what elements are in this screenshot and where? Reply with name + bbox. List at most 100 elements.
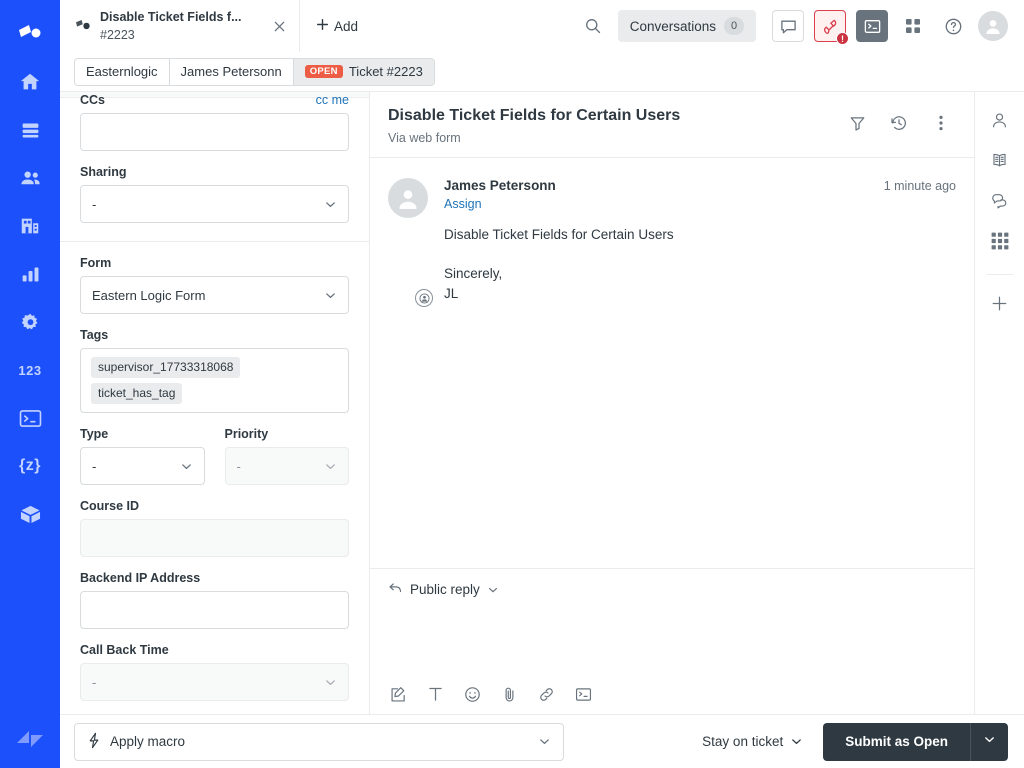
status-badge: OPEN [304, 64, 343, 79]
form-select[interactable]: Eastern Logic Form [80, 276, 349, 314]
field-priority-label: Priority [224, 427, 269, 441]
conversations-button[interactable]: Conversations 0 [617, 10, 756, 42]
sidebar-item-customers[interactable] [8, 154, 52, 202]
priority-select[interactable]: - [224, 447, 349, 485]
rail-item-customer-context[interactable] [983, 106, 1017, 140]
properties-divider [60, 241, 369, 242]
ticket-properties-panel: CCs cc me Sharing - Form Eastern Logic F… [60, 92, 370, 714]
history-icon[interactable] [884, 108, 914, 138]
filter-icon[interactable] [842, 108, 872, 138]
add-tab-button[interactable]: Add [300, 0, 374, 52]
curly-z-icon: {z} [19, 457, 41, 474]
context-rail [975, 92, 1024, 714]
ticket-tab[interactable]: Disable Ticket Fields f... #2223 [60, 0, 300, 52]
phone-icon[interactable]: ! [814, 10, 849, 45]
reply-mode-selector[interactable]: Public reply [388, 581, 499, 598]
submit-button[interactable]: Submit as Open [823, 722, 970, 761]
rail-item-apps[interactable] [983, 226, 1017, 260]
ticket-tab-icon [74, 19, 92, 34]
rail-item-conversations[interactable] [983, 186, 1017, 220]
zendesk-mark-icon[interactable] [16, 727, 44, 756]
field-backend-ip-label: Backend IP Address [80, 571, 201, 585]
ticket-header-actions [842, 106, 956, 138]
field-form-label: Form [80, 256, 112, 270]
plus-icon [991, 295, 1008, 317]
breadcrumb-item-ticket[interactable]: OPEN Ticket #2223 [293, 58, 434, 85]
macro-terminal-icon[interactable] [573, 684, 593, 704]
ccs-input[interactable] [80, 113, 349, 151]
user-avatar-icon[interactable] [978, 11, 1008, 41]
reply-textarea[interactable] [388, 598, 956, 684]
ticket-header: Disable Ticket Fields for Certain Users … [370, 92, 974, 158]
link-icon[interactable] [536, 684, 556, 704]
more-vertical-icon[interactable] [926, 108, 956, 138]
message-text: Disable Ticket Fields for Certain Users … [444, 227, 674, 301]
breadcrumb-item-requester[interactable]: James Petersonn [169, 58, 294, 85]
chat-bubble-icon[interactable] [772, 10, 804, 42]
properties-scroll-area[interactable]: CCs cc me Sharing - Form Eastern Logic F… [60, 92, 369, 714]
backend-ip-input[interactable] [80, 591, 349, 629]
breadcrumb-row: Easternlogic James Petersonn OPEN Ticket… [60, 52, 1024, 92]
field-ccs-header: CCs cc me [80, 93, 349, 113]
help-circle-icon[interactable] [938, 11, 968, 41]
field-tags-label: Tags [80, 328, 109, 342]
field-sharing: Sharing - [80, 165, 349, 223]
sidebar-item-reporting[interactable] [8, 250, 52, 298]
assign-link[interactable]: Assign [444, 197, 482, 211]
sidebar-item-z-brackets[interactable]: {z} [8, 442, 52, 490]
field-call-back-time: Call Back Time - [80, 643, 349, 701]
breadcrumb-label: Easternlogic [86, 64, 158, 79]
text-format-icon[interactable] [425, 684, 445, 704]
type-select[interactable]: - [80, 447, 205, 485]
console-terminal-icon[interactable] [856, 10, 888, 42]
breadcrumb-item-brand[interactable]: Easternlogic [75, 58, 170, 85]
rail-item-add-app[interactable] [983, 289, 1017, 323]
field-course-id-label: Course ID [80, 499, 140, 513]
close-icon[interactable] [269, 20, 289, 33]
topbar: Disable Ticket Fields f... #2223 Add Con… [60, 0, 1024, 52]
apps-grid-icon [991, 232, 1009, 255]
rail-item-knowledge[interactable] [983, 146, 1017, 180]
tag-chip[interactable]: supervisor_17733318068 [91, 357, 241, 378]
tags-input[interactable]: supervisor_17733318068 ticket_has_tag [80, 348, 349, 413]
call-back-time-select[interactable]: - [80, 663, 349, 701]
tag-chip[interactable]: ticket_has_tag [91, 383, 183, 404]
field-sharing-label: Sharing [80, 165, 127, 179]
sidebar-item-views[interactable] [8, 106, 52, 154]
sidebar-item-home[interactable] [8, 58, 52, 106]
emoji-icon[interactable] [462, 684, 482, 704]
apps-grid-icon[interactable] [898, 11, 928, 41]
course-id-input[interactable] [80, 519, 349, 557]
submit-options-button[interactable] [970, 722, 1008, 761]
customers-icon [19, 167, 42, 190]
sidebar-item-admin[interactable] [8, 298, 52, 346]
chevron-down-icon [538, 735, 551, 748]
organizations-icon [19, 215, 41, 237]
chevron-down-icon [324, 198, 337, 211]
paperclip-icon[interactable] [499, 684, 519, 704]
sidebar-item-organizations[interactable] [8, 202, 52, 250]
conversation-thread: James Petersonn 1 minute ago Assign Disa… [370, 158, 974, 569]
apply-macro-select[interactable]: Apply macro [74, 722, 564, 761]
sidebar-item-numbers[interactable]: 123 [8, 346, 52, 394]
zendesk-logo-icon[interactable] [8, 12, 52, 58]
sidebar-item-terminal[interactable] [8, 394, 52, 442]
reply-composer: Public reply [370, 569, 974, 714]
chevron-down-icon [324, 460, 337, 473]
book-icon [990, 151, 1009, 175]
chevron-down-icon [487, 584, 499, 596]
compose-icon[interactable] [388, 684, 408, 704]
app-root: 123 {z} Disable Ticket Fields f... #2223… [0, 0, 1024, 768]
message-avatar-wrap [388, 178, 433, 308]
assign-user-icon[interactable] [415, 289, 433, 308]
sidebar-item-package[interactable] [8, 490, 52, 538]
user-icon [990, 111, 1009, 135]
field-ccs-label: CCs [80, 93, 106, 107]
search-icon[interactable] [578, 11, 608, 41]
stay-on-ticket-select[interactable]: Stay on ticket [696, 734, 809, 749]
sharing-select[interactable]: - [80, 185, 349, 223]
chevron-down-icon [324, 676, 337, 689]
field-ccs: CCs cc me [80, 93, 349, 151]
primary-nav-rail: 123 {z} [0, 0, 60, 768]
cc-me-link[interactable]: cc me [316, 93, 349, 107]
